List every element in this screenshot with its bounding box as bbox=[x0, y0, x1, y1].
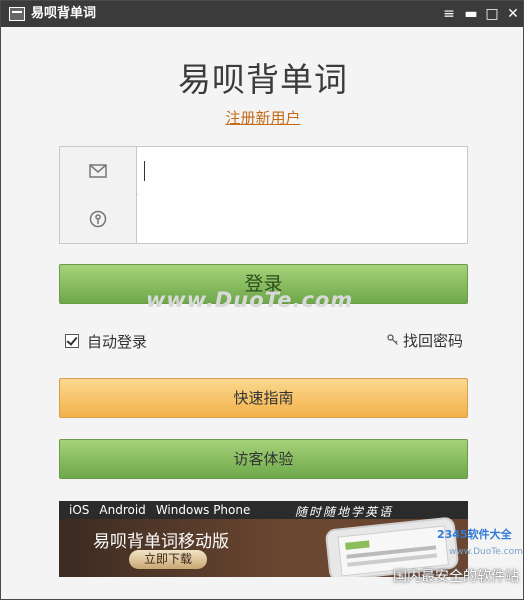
key-small-icon bbox=[387, 334, 398, 345]
quick-guide-button[interactable]: 快速指南 bbox=[59, 378, 468, 418]
close-button[interactable]: ✕ bbox=[503, 4, 523, 24]
corner-slogan: 国内最安全的软件站 bbox=[393, 569, 519, 585]
auto-login-checkbox[interactable] bbox=[65, 334, 79, 348]
banner-title: 易呗背单词移动版 bbox=[93, 532, 229, 552]
platform-bar: iOS Android Windows Phone bbox=[59, 501, 468, 519]
window-title: 易呗背单词 bbox=[31, 6, 97, 21]
download-button[interactable]: 立即下载 bbox=[129, 550, 207, 569]
key-icon bbox=[60, 195, 137, 243]
minimize-button[interactable]: ▬ bbox=[461, 4, 481, 24]
title-bar[interactable]: 易呗背单词 ≡ ▬ □ ✕ bbox=[1, 1, 523, 27]
password-input[interactable] bbox=[138, 195, 467, 243]
banner-slogan: 随时随地学英语 bbox=[295, 505, 394, 519]
watermark: www.DuoTe.com bbox=[146, 288, 354, 312]
maximize-button[interactable]: □ bbox=[482, 4, 502, 24]
corner-logo: 2345软件大全 bbox=[437, 528, 512, 541]
auto-login-option[interactable]: 自动登录 bbox=[65, 331, 147, 351]
mail-icon bbox=[60, 147, 137, 195]
login-form bbox=[59, 146, 468, 244]
guest-mode-button[interactable]: 访客体验 bbox=[59, 439, 468, 479]
platform-ios: iOS bbox=[69, 503, 90, 517]
menu-button[interactable]: ≡ bbox=[439, 4, 459, 24]
email-row bbox=[60, 147, 467, 195]
brand-title: 易呗背单词 bbox=[178, 60, 348, 99]
recover-password-label: 找回密码 bbox=[403, 331, 464, 350]
corner-url: www.DuoTe.com bbox=[449, 547, 523, 557]
app-window: 易呗背单词 ≡ ▬ □ ✕ 易呗背单词 注册新用户 登录 www.DuoTe.c… bbox=[0, 0, 524, 600]
platform-windows-phone: Windows Phone bbox=[155, 503, 251, 517]
email-input[interactable] bbox=[138, 147, 467, 195]
platform-android: Android bbox=[99, 503, 146, 517]
text-caret bbox=[144, 161, 145, 181]
recover-password-link[interactable]: 找回密码 bbox=[387, 330, 463, 350]
password-row bbox=[60, 195, 467, 243]
auto-login-label: 自动登录 bbox=[87, 332, 148, 351]
app-icon bbox=[9, 7, 25, 21]
register-link[interactable]: 注册新用户 bbox=[1, 107, 524, 128]
